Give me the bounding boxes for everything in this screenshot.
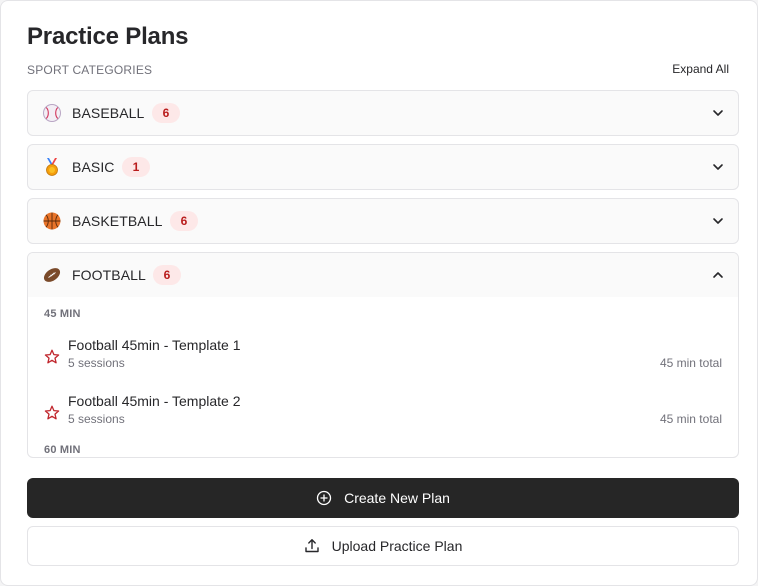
medal-icon <box>46 158 58 176</box>
plan-sessions: 5 sessions <box>68 412 125 426</box>
plus-circle-icon <box>316 490 332 506</box>
star-icon[interactable] <box>44 349 60 365</box>
upload-icon <box>304 539 319 553</box>
expand-all-button[interactable]: Expand All <box>672 62 729 76</box>
football-icon <box>43 268 61 282</box>
create-new-plan-label: Create New Plan <box>344 490 450 506</box>
star-icon[interactable] <box>44 405 60 421</box>
page-title: Practice Plans <box>27 23 189 50</box>
plan-sessions: 5 sessions <box>68 356 125 370</box>
plan-name: Football 45min - Template 1 <box>68 337 241 353</box>
plan-total-duration: 45 min total <box>659 412 722 426</box>
category-header-basketball[interactable]: BASKETBALL 6 <box>28 199 738 243</box>
category-name: BASEBALL <box>72 105 145 121</box>
chevron-down-icon <box>713 164 723 170</box>
basketball-icon <box>43 212 61 230</box>
category-count-badge: 6 <box>153 265 181 285</box>
category-name: BASKETBALL <box>72 213 163 229</box>
category-count-badge: 6 <box>152 103 180 123</box>
category-header-football[interactable]: FOOTBALL 6 <box>28 253 738 297</box>
category-name: BASIC <box>72 159 115 175</box>
category-basketball: BASKETBALL 6 <box>27 198 739 244</box>
category-count-badge: 6 <box>170 211 198 231</box>
practice-plans-panel: Practice Plans SPORT CATEGORIES Expand A… <box>0 0 758 586</box>
category-header-baseball[interactable]: BASEBALL 6 <box>28 91 738 135</box>
category-header-basic[interactable]: BASIC 1 <box>28 145 738 189</box>
category-football: FOOTBALL 6 45 MIN Football 45min - Templ… <box>27 252 739 458</box>
category-basic: BASIC 1 <box>27 144 739 190</box>
baseball-icon <box>43 104 61 122</box>
category-baseball: BASEBALL 6 <box>27 90 739 136</box>
upload-practice-plan-label: Upload Practice Plan <box>331 538 463 554</box>
group-label-60-min: 60 MIN <box>44 444 81 456</box>
category-name: FOOTBALL <box>72 267 146 283</box>
category-count-badge: 1 <box>122 157 150 177</box>
plan-item[interactable]: Football 45min - Template 1 5 sessions 4… <box>28 333 738 379</box>
chevron-up-icon <box>713 272 723 278</box>
group-label-45-min: 45 MIN <box>44 308 81 320</box>
chevron-down-icon <box>713 218 723 224</box>
upload-practice-plan-button[interactable]: Upload Practice Plan <box>27 526 739 566</box>
create-new-plan-button[interactable]: Create New Plan <box>27 478 739 518</box>
chevron-down-icon <box>713 110 723 116</box>
plan-name: Football 45min - Template 2 <box>68 393 241 409</box>
plan-total-duration: 45 min total <box>659 356 722 370</box>
section-subtitle: SPORT CATEGORIES <box>27 63 153 77</box>
plan-item[interactable]: Football 45min - Template 2 5 sessions 4… <box>28 389 738 435</box>
